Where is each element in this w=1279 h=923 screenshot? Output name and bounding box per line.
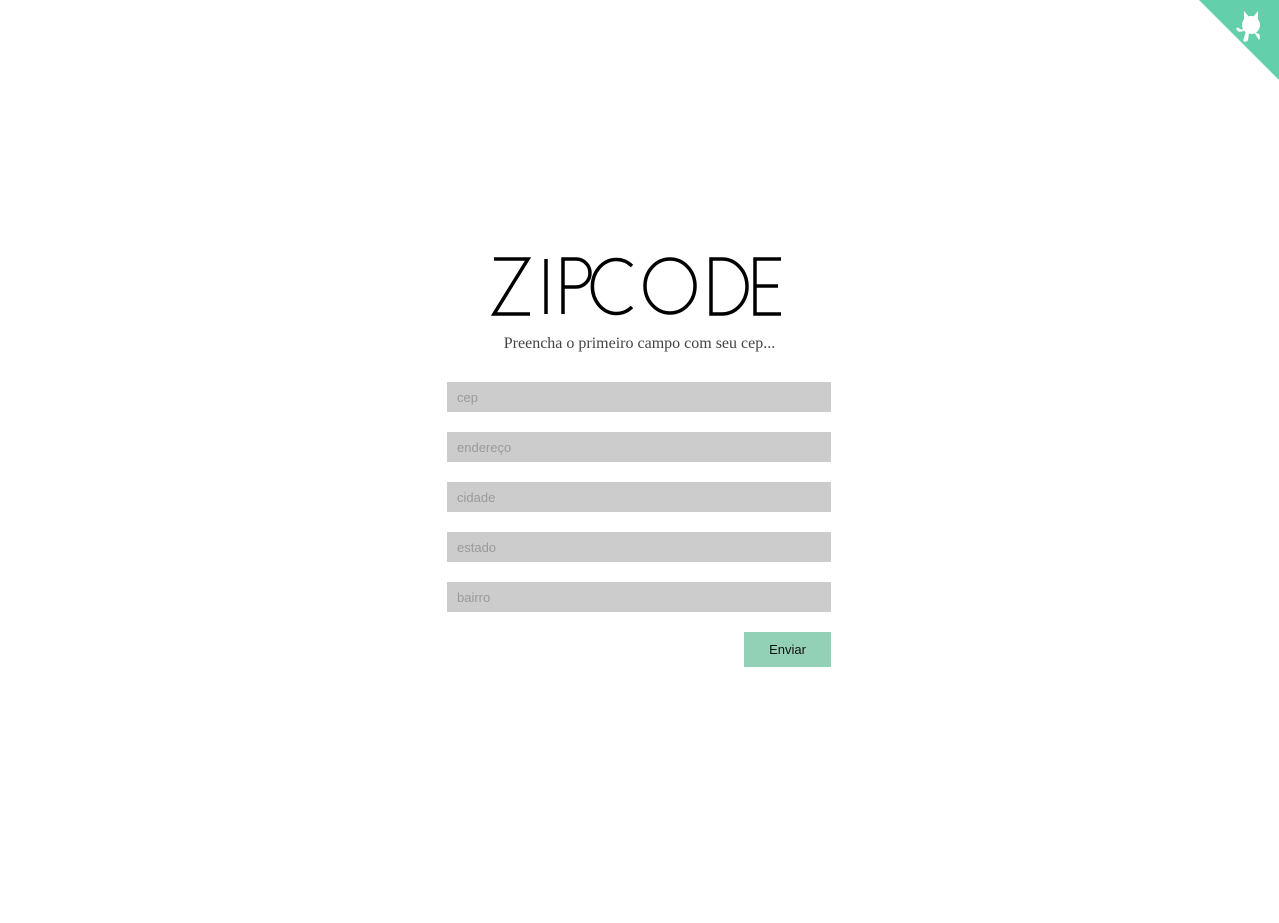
- logo-wordmark: [490, 257, 781, 316]
- github-octocat-icon: [1199, 0, 1279, 80]
- endereco-input[interactable]: [447, 432, 831, 462]
- github-corner-link[interactable]: [1199, 0, 1279, 80]
- instruction-text: Preencha o primeiro campo com seu cep...: [503, 335, 776, 352]
- logo: ZIPCODE: [0, 254, 1279, 318]
- bairro-input[interactable]: [447, 582, 831, 612]
- cep-input[interactable]: [447, 382, 831, 412]
- estado-input[interactable]: [447, 532, 831, 562]
- form-actions: Enviar: [447, 632, 831, 667]
- cidade-input[interactable]: [447, 482, 831, 512]
- address-form: Enviar: [447, 382, 831, 667]
- submit-button[interactable]: Enviar: [744, 632, 831, 667]
